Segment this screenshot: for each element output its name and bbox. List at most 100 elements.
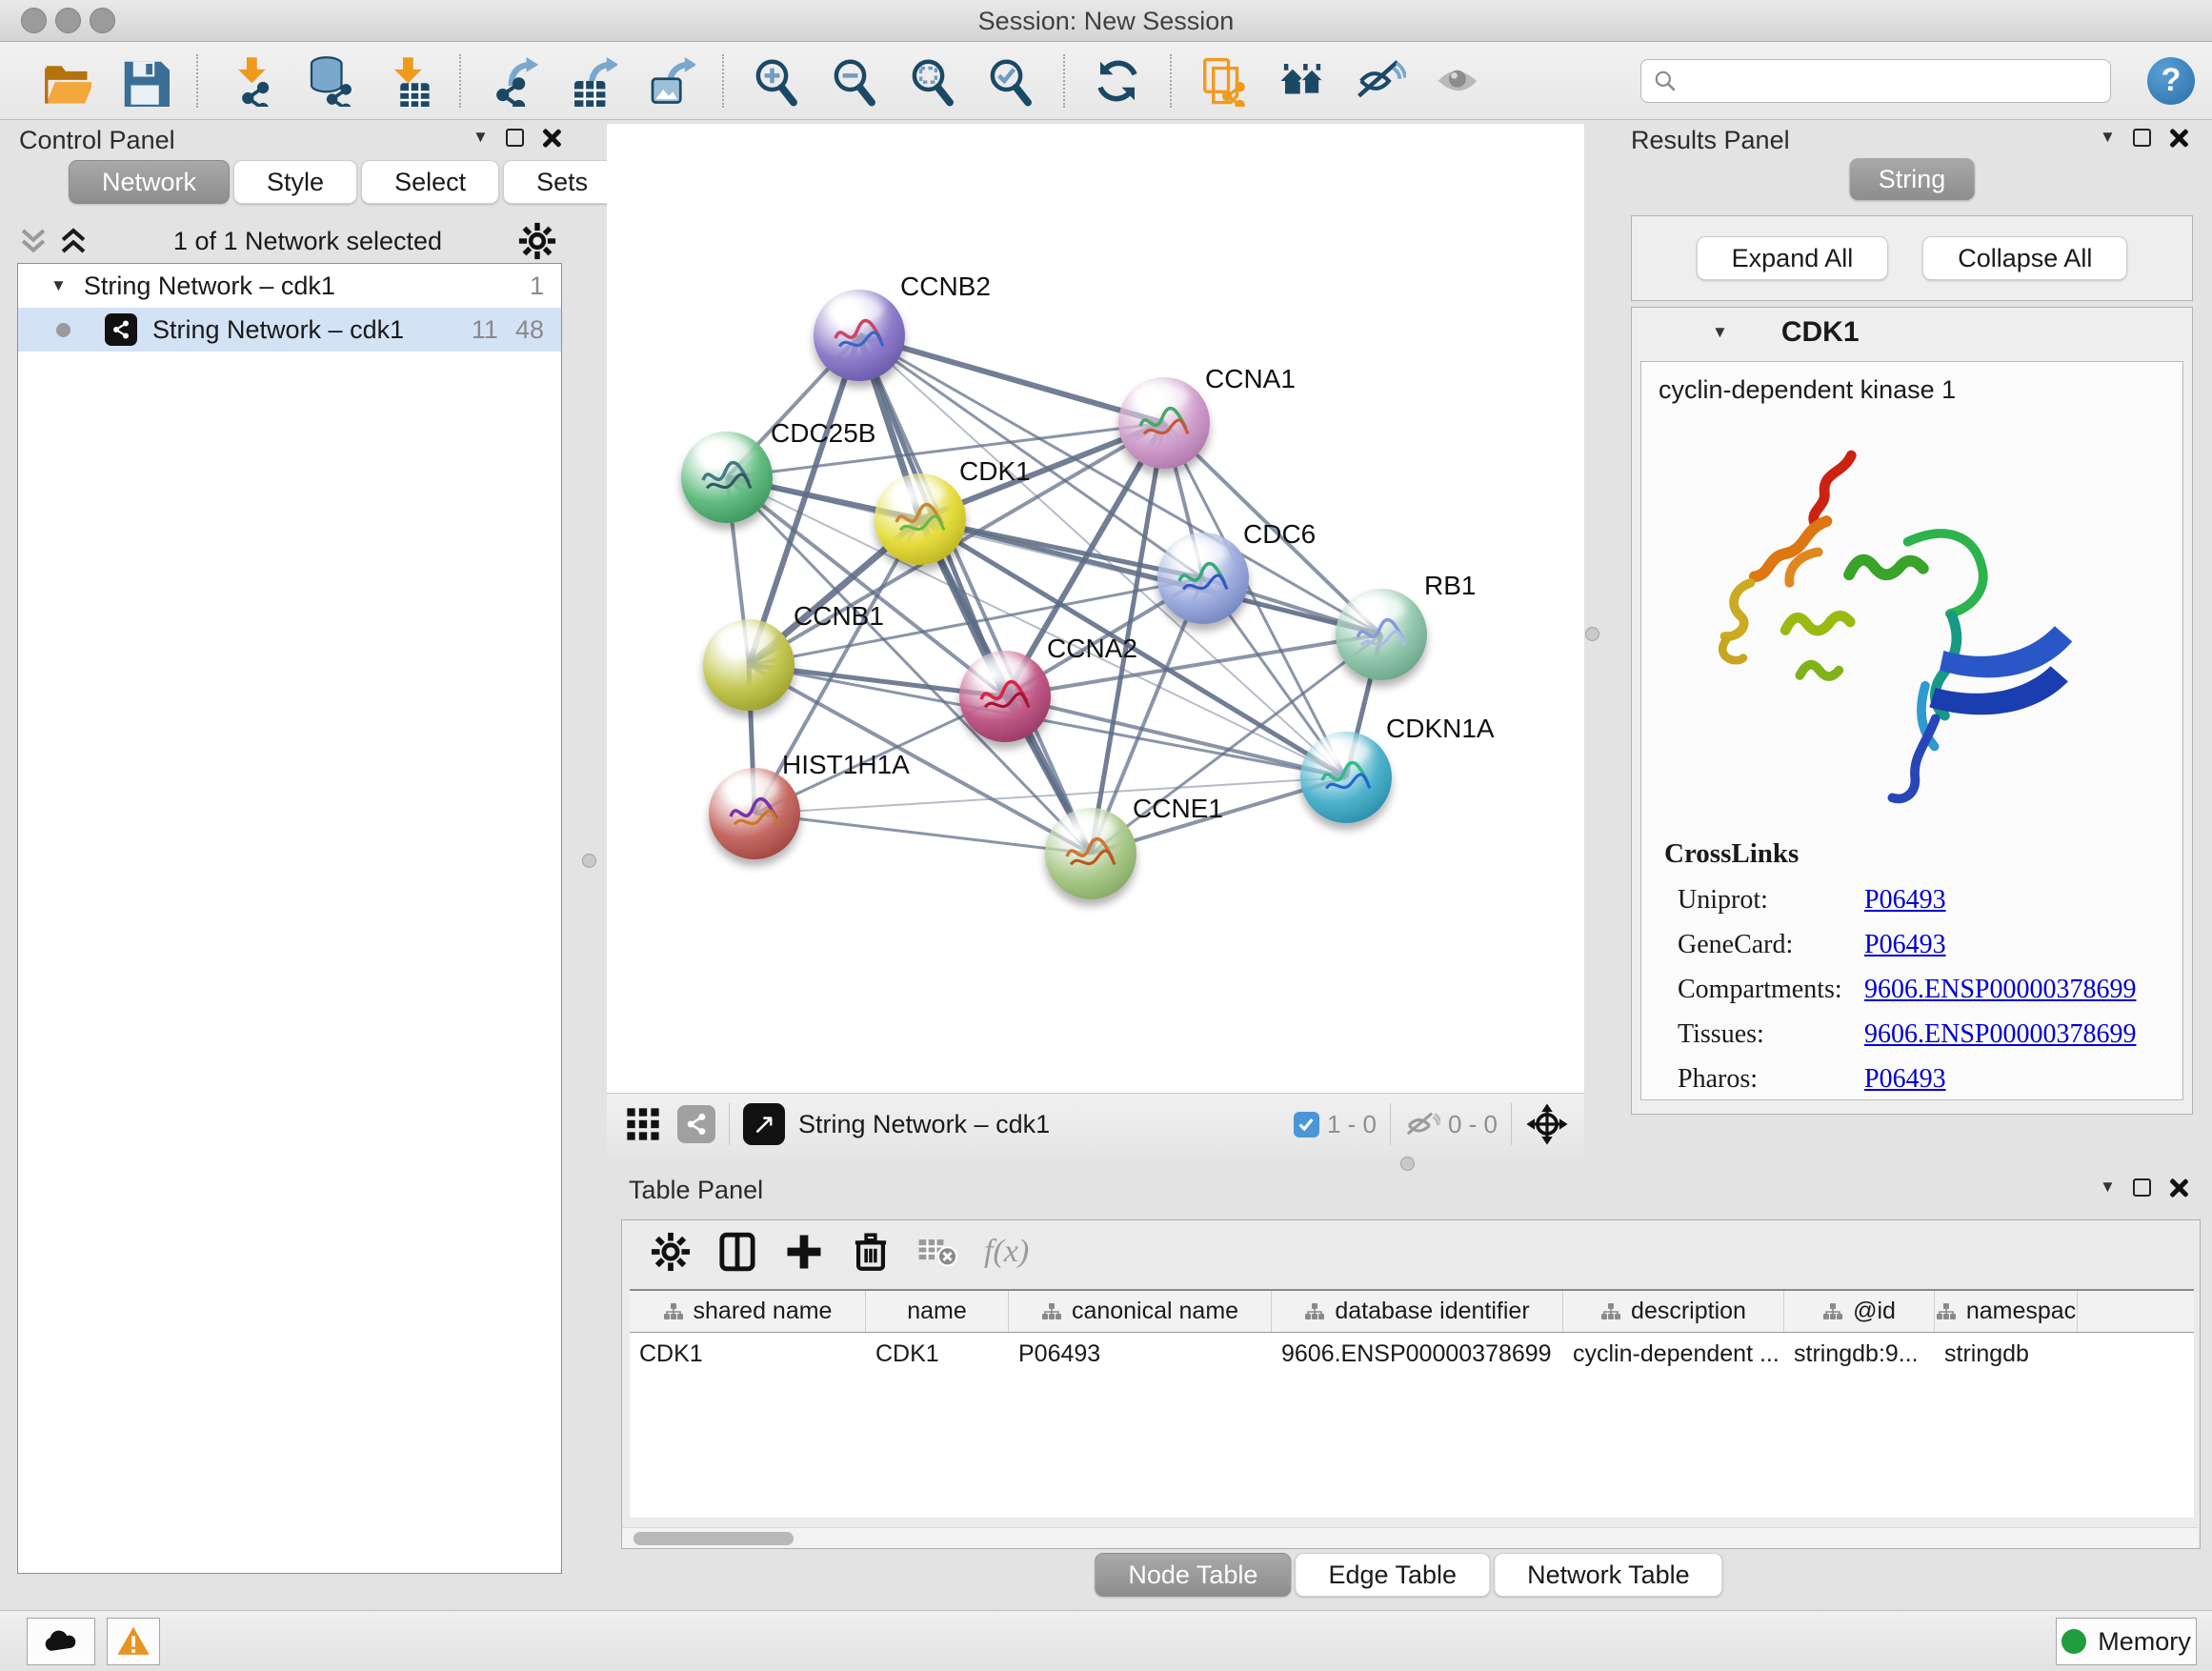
tab-sets[interactable]: Sets (503, 160, 621, 204)
table-cell[interactable]: P06493 (1009, 1333, 1272, 1375)
network-node-cdc25b[interactable] (681, 432, 773, 523)
tab-network[interactable]: Network (69, 160, 230, 204)
network-row[interactable]: String Network – cdk1 11 48 (18, 308, 561, 352)
column-header-database-identifier[interactable]: database identifier (1272, 1291, 1563, 1332)
control-panel-menu-icon[interactable]: ▼ (473, 128, 489, 147)
network-node-ccna1[interactable] (1118, 377, 1210, 469)
column-header-namespac[interactable]: namespac (1935, 1291, 2078, 1332)
search-input[interactable] (1678, 68, 2110, 94)
save-session-icon[interactable] (114, 51, 173, 111)
delete-column-trash-icon[interactable] (845, 1226, 896, 1278)
network-node-ccnb2[interactable] (814, 290, 905, 381)
table-cell[interactable]: 9606.ENSP00000378699 (1272, 1333, 1563, 1375)
crosslink-link[interactable]: 9606.ENSP00000378699 (1864, 975, 2136, 1005)
table-options-gear-icon[interactable] (645, 1226, 696, 1278)
collapse-all-networks-icon[interactable] (17, 227, 50, 255)
home-network-icon[interactable] (1273, 51, 1332, 111)
table-cell[interactable]: stringdb:9... (1784, 1333, 1935, 1375)
network-node-cdc6[interactable] (1157, 533, 1249, 624)
expand-all-networks-icon[interactable] (57, 227, 90, 255)
table-panel-menu-icon[interactable]: ▼ (2100, 1178, 2116, 1197)
import-network-icon[interactable] (221, 51, 280, 111)
show-all-icon[interactable] (1429, 51, 1488, 111)
results-panel-close-icon[interactable] (2168, 128, 2187, 147)
bottom-splitter-handle[interactable] (1400, 1157, 1415, 1171)
column-header-canonical-name[interactable]: canonical name (1009, 1291, 1272, 1332)
import-table-icon[interactable] (377, 51, 436, 111)
crosslink-link[interactable]: P06493 (1864, 930, 1946, 960)
tab-edge-table[interactable]: Edge Table (1295, 1553, 1490, 1597)
zoom-selected-icon[interactable] (981, 51, 1040, 111)
crosslink-link[interactable]: P06493 (1864, 1064, 1946, 1095)
control-panel-close-icon[interactable] (541, 128, 560, 147)
crosslink-link[interactable]: 9606.ENSP00000378699 (1864, 1019, 2136, 1050)
function-builder-icon[interactable]: f(x) (984, 1234, 1029, 1270)
gene-collapse-icon[interactable]: ▼ (1712, 323, 1728, 342)
column-header--id[interactable]: @id (1784, 1291, 1935, 1332)
birds-eye-view-icon[interactable]: ↗ (743, 1103, 785, 1145)
grid-view-icon[interactable] (624, 1105, 662, 1143)
open-session-icon[interactable] (36, 51, 95, 111)
right-splitter-handle[interactable] (1585, 627, 1599, 641)
network-node-ccna2[interactable] (959, 651, 1051, 742)
network-node-ccne1[interactable] (1045, 808, 1136, 899)
table-cell[interactable]: cyclin-dependent ... (1563, 1333, 1784, 1375)
tab-node-table[interactable]: Node Table (1095, 1553, 1291, 1597)
zoom-out-icon[interactable] (825, 51, 884, 111)
help-button[interactable]: ? (2147, 57, 2195, 105)
network-edge[interactable] (859, 335, 1164, 423)
export-table-icon[interactable] (562, 51, 621, 111)
tab-style[interactable]: Style (233, 160, 357, 204)
zoom-fit-icon[interactable] (903, 51, 962, 111)
collapse-all-button[interactable]: Collapse All (1922, 236, 2127, 280)
column-header-description[interactable]: description (1563, 1291, 1784, 1332)
table-horizontal-scrollbar[interactable] (622, 1527, 2198, 1548)
table-cell[interactable]: stringdb (1935, 1333, 2078, 1375)
table-cell[interactable]: CDK1 (866, 1333, 1009, 1375)
hide-selected-icon[interactable] (1351, 51, 1410, 111)
column-header-name[interactable]: name (866, 1291, 1009, 1332)
left-splitter-handle[interactable] (582, 854, 596, 868)
show-column-panel-icon[interactable] (712, 1226, 763, 1278)
selected-items-checkbox-icon[interactable] (1294, 1112, 1319, 1137)
scrollbar-thumb[interactable] (633, 1532, 794, 1545)
control-panel-float-icon[interactable] (506, 129, 524, 147)
fit-selected-crosshair-icon[interactable] (1525, 1102, 1569, 1146)
zoom-in-icon[interactable] (747, 51, 806, 111)
refresh-layout-icon[interactable] (1088, 51, 1147, 111)
network-canvas[interactable]: CCNB2 CCNA1 CDC25B CDK1 CDC6 RB1CCNB1 CC… (607, 124, 1584, 1093)
network-node-rb1[interactable] (1336, 589, 1427, 680)
warnings-button[interactable] (107, 1618, 160, 1665)
results-panel-menu-icon[interactable]: ▼ (2100, 128, 2116, 147)
cloud-button[interactable] (27, 1618, 95, 1665)
network-node-hist1h1a[interactable] (709, 768, 800, 859)
memory-button[interactable]: Memory (2056, 1618, 2197, 1665)
network-options-gear-icon[interactable] (518, 222, 556, 260)
search-field[interactable] (1640, 59, 2111, 103)
create-column-icon[interactable] (778, 1226, 830, 1278)
expand-all-button[interactable]: Expand All (1697, 236, 1889, 280)
tab-network-table[interactable]: Network Table (1494, 1553, 1723, 1597)
export-network-icon[interactable] (484, 51, 543, 111)
node-table[interactable]: shared namename canonical name database … (630, 1289, 2194, 1518)
network-collection-row[interactable]: ▼ String Network – cdk1 1 (18, 264, 561, 308)
network-edge[interactable] (754, 814, 1091, 854)
table-row[interactable]: CDK1CDK1P064939606.ENSP00000378699cyclin… (630, 1333, 2194, 1375)
network-node-ccnb1[interactable] (703, 619, 794, 711)
network-node-cdkn1a[interactable] (1300, 732, 1392, 823)
hidden-items-eye-icon[interactable] (1404, 1109, 1440, 1139)
tab-string[interactable]: String (1850, 158, 1975, 200)
export-image-icon[interactable] (640, 51, 699, 111)
results-panel-float-icon[interactable] (2133, 129, 2151, 147)
network-share-view-icon[interactable] (677, 1105, 715, 1143)
crosslink-link[interactable]: P06493 (1864, 885, 1946, 916)
table-panel-close-icon[interactable] (2168, 1178, 2187, 1197)
column-header-shared-name[interactable]: shared name (630, 1291, 866, 1332)
delete-table-icon[interactable] (912, 1226, 963, 1278)
network-node-cdk1[interactable] (875, 473, 966, 565)
import-network-database-icon[interactable] (299, 51, 358, 111)
collection-expand-icon[interactable]: ▼ (50, 276, 67, 295)
table-panel-float-icon[interactable] (2133, 1178, 2151, 1197)
tab-select[interactable]: Select (361, 160, 499, 204)
table-cell[interactable]: CDK1 (630, 1333, 866, 1375)
